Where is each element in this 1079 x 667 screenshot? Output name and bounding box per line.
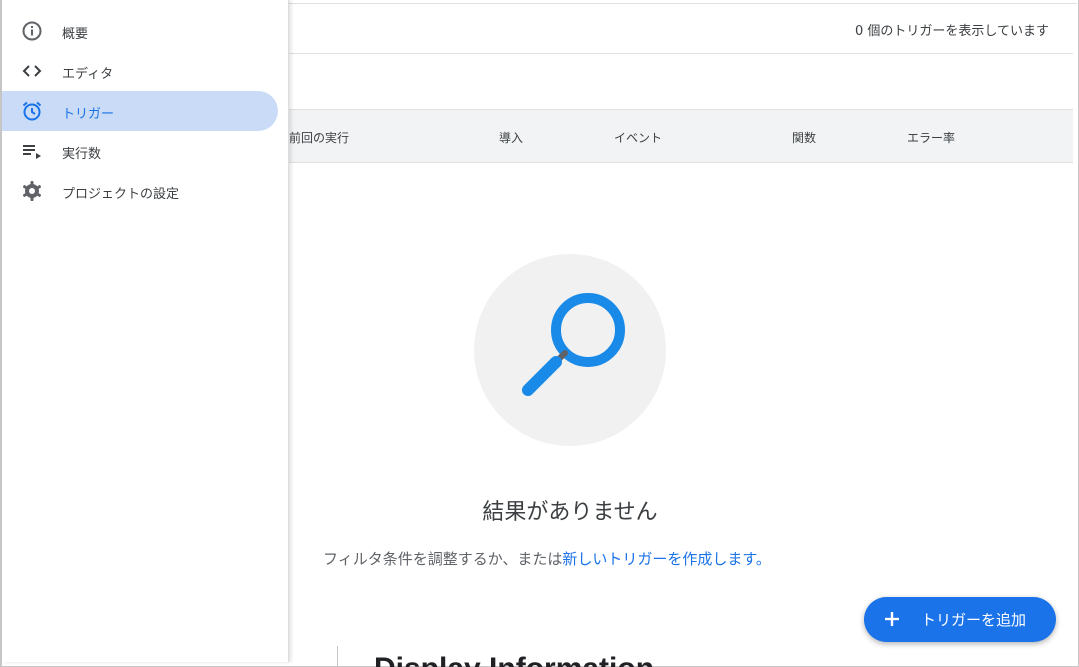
sidebar-item-label: トリガー — [62, 107, 115, 122]
plus-icon — [885, 612, 899, 626]
sidebar-item-overview[interactable]: 概要 — [2, 11, 278, 51]
alarm-clock-icon — [22, 101, 42, 121]
sidebar-item-triggers[interactable]: トリガー — [2, 91, 278, 131]
background-heading: Display Information — [374, 652, 654, 667]
sidebar-item-label: 実行数 — [62, 147, 102, 162]
magnifier-icon — [522, 293, 625, 396]
create-trigger-link[interactable]: 新しいトリガーを作成します。 — [562, 550, 771, 568]
playlist-icon — [23, 145, 41, 159]
sidebar-item-executions[interactable]: 実行数 — [2, 131, 278, 171]
results-bar: 0 個のトリガーを表示しています — [289, 4, 1073, 54]
empty-state-hint: フィルタ条件を調整するか、または — [323, 550, 563, 568]
gear-icon — [22, 181, 42, 201]
column-function[interactable]: 関数 — [792, 129, 816, 146]
add-trigger-label: トリガーを追加 — [921, 611, 1027, 629]
sidebar-item-editor[interactable]: エディタ — [2, 51, 278, 91]
main-content: 0 個のトリガーを表示しています 前回の実行 導入 イベント 関数 エラー率 結… — [289, 0, 1077, 667]
background-window-peek: Display Information — [337, 646, 1075, 667]
empty-state-subtitle: フィルタ条件を調整するか、または新しいトリガーを作成します。 — [323, 548, 771, 569]
sidebar-item-project-settings[interactable]: プロジェクトの設定 — [2, 171, 278, 211]
column-event[interactable]: イベント — [614, 129, 662, 146]
add-trigger-button[interactable]: トリガーを追加 — [864, 597, 1056, 642]
sidebar-item-label: プロジェクトの設定 — [62, 187, 180, 202]
sidebar-item-label: エディタ — [62, 67, 114, 82]
column-last-run[interactable]: 前回の実行 — [289, 129, 349, 146]
info-icon — [22, 21, 42, 41]
filter-row[interactable] — [289, 54, 1073, 109]
column-error-rate[interactable]: エラー率 — [907, 129, 955, 146]
table-header: 前回の実行 導入 イベント 関数 エラー率 — [289, 109, 1073, 163]
code-icon — [22, 65, 42, 77]
empty-state-title: 結果がありません — [482, 500, 658, 525]
empty-state-illustration — [474, 254, 666, 446]
sidebar: 概要 エディタ トリガー 実行数 プロジェクトの設定 — [2, 0, 289, 662]
sidebar-item-label: 概要 — [62, 27, 89, 42]
trigger-count: 0 個のトリガーを表示しています — [854, 24, 1049, 39]
column-deployment[interactable]: 導入 — [499, 129, 523, 146]
